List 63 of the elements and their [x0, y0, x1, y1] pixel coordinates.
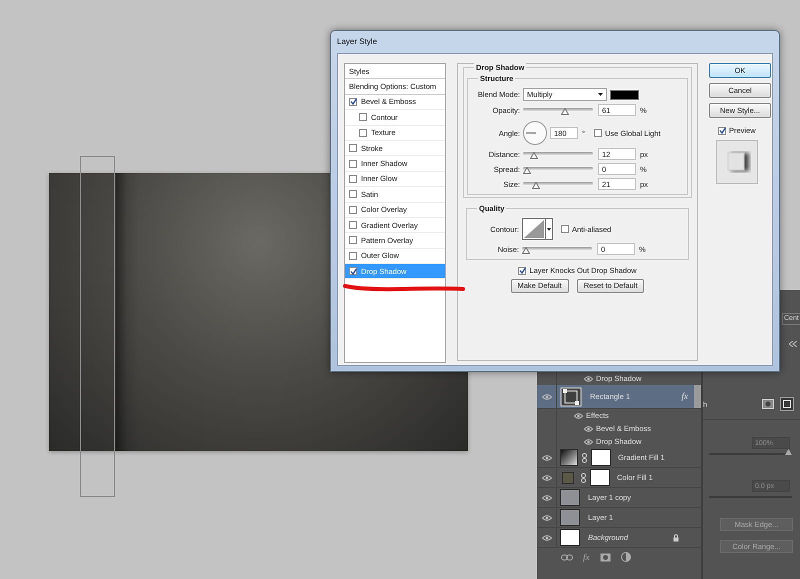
eye-icon[interactable] — [584, 426, 593, 432]
eye-icon[interactable] — [584, 438, 593, 444]
angle-dial[interactable] — [523, 121, 547, 145]
eye-icon[interactable] — [542, 534, 552, 540]
effects-indicator[interactable]: fx — [682, 391, 688, 402]
eye-icon[interactable] — [542, 514, 552, 520]
checkbox[interactable] — [349, 174, 357, 183]
caret-icon — [598, 93, 603, 96]
checkbox[interactable] — [518, 266, 526, 274]
window-title: Layer Style — [337, 36, 378, 48]
checkbox[interactable] — [349, 221, 357, 230]
checkbox[interactable] — [594, 129, 602, 137]
gradient-thumbnail — [560, 449, 578, 466]
slider-thumb[interactable] — [785, 449, 792, 456]
adjustment-icon[interactable] — [620, 552, 630, 562]
checkbox[interactable] — [561, 225, 569, 233]
shape-thumbnail — [560, 386, 582, 406]
slider-track[interactable] — [523, 106, 593, 114]
layer-thumbnail — [560, 529, 580, 546]
checkbox[interactable] — [349, 98, 357, 106]
contour-icon — [523, 219, 545, 239]
contour-picker[interactable] — [522, 218, 553, 240]
checkbox[interactable] — [349, 236, 357, 244]
checkbox[interactable] — [359, 128, 367, 137]
checkbox[interactable] — [718, 126, 726, 134]
color-thumbnail — [562, 472, 574, 484]
mask-thumbnail — [590, 469, 610, 486]
slider-thumb[interactable] — [523, 166, 531, 174]
eye-icon[interactable] — [542, 394, 552, 400]
checkbox[interactable] — [349, 206, 357, 214]
chain-icon[interactable] — [582, 452, 587, 462]
slider-track[interactable] — [523, 164, 593, 174]
vector-mask-icon[interactable] — [780, 397, 794, 412]
layer-thumbnail — [560, 509, 580, 526]
checkbox[interactable] — [349, 144, 357, 152]
mask-icon[interactable] — [600, 552, 610, 562]
slider-track[interactable] — [523, 150, 593, 158]
checkbox[interactable] — [359, 113, 367, 122]
checkbox[interactable] — [349, 160, 357, 168]
scroll-thumb[interactable] — [694, 385, 701, 408]
checkbox[interactable] — [349, 190, 357, 198]
eye-icon[interactable] — [542, 494, 552, 500]
link-icon[interactable] — [561, 554, 573, 561]
slider-track[interactable] — [523, 180, 593, 188]
slider-track[interactable] — [522, 244, 592, 254]
chain-icon[interactable] — [581, 472, 586, 482]
mask-thumbnail — [591, 449, 611, 466]
collapse-icon[interactable] — [789, 341, 797, 348]
eye-icon[interactable] — [584, 376, 593, 382]
slider-thumb[interactable] — [532, 182, 540, 188]
eye-icon[interactable] — [542, 474, 552, 480]
eye-icon[interactable] — [574, 412, 583, 418]
preview-drawing — [716, 140, 758, 184]
layer-thumbnail — [560, 489, 580, 506]
slider-thumb[interactable] — [522, 246, 530, 254]
pixel-mask-icon[interactable] — [762, 399, 774, 410]
slider-thumb[interactable] — [530, 152, 538, 158]
caret-icon — [545, 219, 552, 239]
color-swatch[interactable] — [610, 90, 639, 100]
checkbox[interactable] — [349, 267, 357, 276]
slider-thumb[interactable] — [560, 108, 569, 114]
checkbox[interactable] — [349, 252, 357, 260]
eye-icon[interactable] — [542, 454, 552, 460]
